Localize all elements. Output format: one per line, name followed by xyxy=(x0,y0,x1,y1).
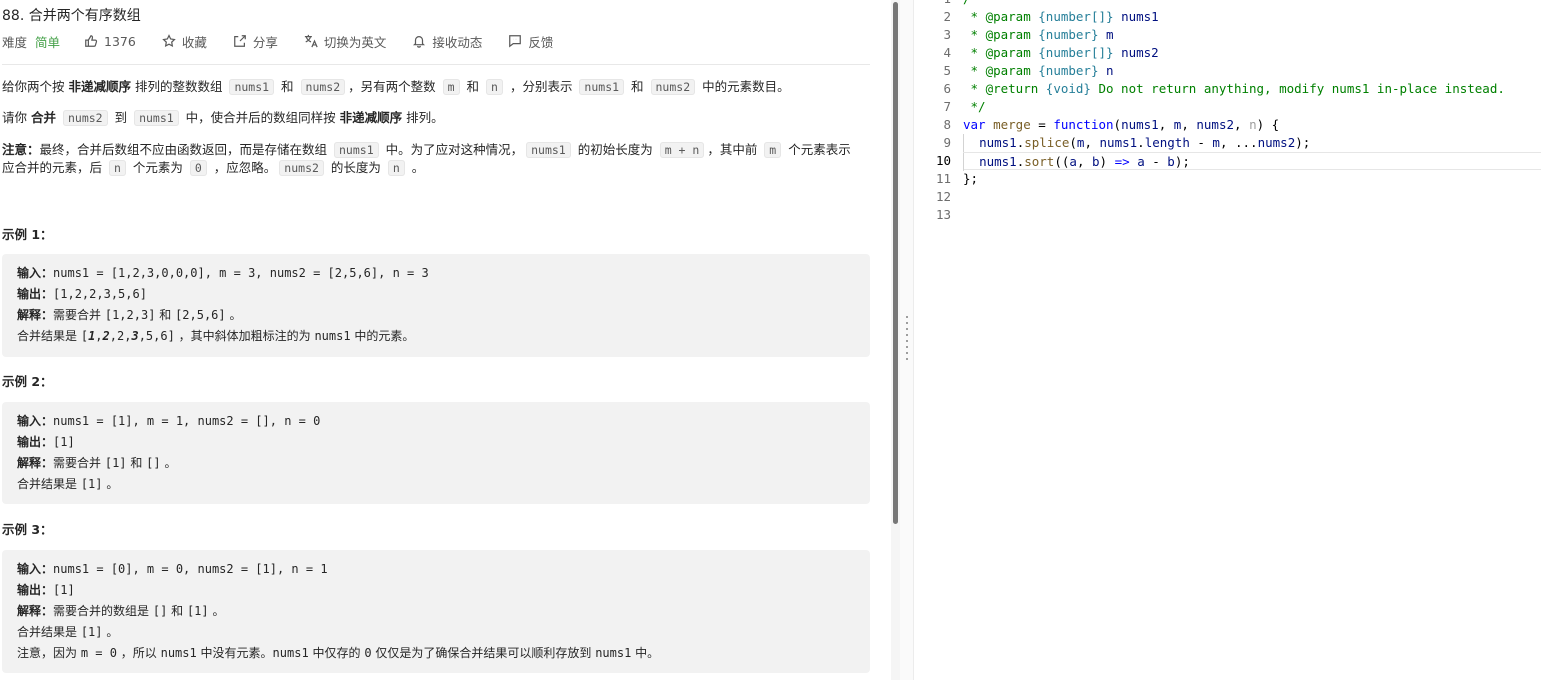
example-2-output: 输出：[1] xyxy=(17,435,75,449)
line-number: 4 xyxy=(943,45,951,60)
share-icon xyxy=(233,35,246,47)
pane-resize-handle[interactable] xyxy=(900,0,914,680)
difficulty-label: 难度 xyxy=(2,34,28,50)
example-3-heading: 示例 3： xyxy=(2,522,53,537)
description-scrollbar[interactable] xyxy=(891,0,900,680)
header-divider xyxy=(2,64,870,65)
code-line-10-current[interactable]: nums1.sort((a, b) => a - b); xyxy=(963,152,1541,171)
code-editor[interactable]: 1 2 3 4 5 6 7 8 9 10 11 12 13 /** * @par… xyxy=(915,0,1541,680)
line-number: 6 xyxy=(943,81,951,96)
code-lines[interactable]: /** * @param {number[]} nums1 * @param {… xyxy=(963,0,1541,224)
favorite-button[interactable]: 收藏 xyxy=(162,32,207,51)
example-1-input: 输入：nums1 = [1,2,3,0,0,0], m = 3, nums2 =… xyxy=(17,266,429,280)
line-number: 5 xyxy=(943,63,951,78)
line-number: 1 xyxy=(915,0,951,8)
share-button[interactable]: 分享 xyxy=(233,32,278,51)
example-3-result: 合并结果是 [1] 。 xyxy=(17,625,119,639)
description-paragraph-1: 给你两个按 非递减顺序 排列的整数数组 nums1 和 nums2 ，另有两个整数… xyxy=(2,79,790,95)
example-1-output: 输出：[1,2,2,3,5,6] xyxy=(17,287,147,301)
example-1-result: 合并结果是 [1,2,2,3,5,6] ，其中斜体加粗标注的为 nums1 中的… xyxy=(17,329,415,343)
description-note-line-1: 注意：最终，合并后数组不应由函数返回，而是存储在数组 nums1 中。为了应对这… xyxy=(2,142,851,158)
example-3-explanation: 解释：需要合并的数组是 [] 和 [1] 。 xyxy=(17,604,225,618)
favorite-label: 收藏 xyxy=(181,34,207,50)
example-2-explanation: 解释：需要合并 [1] 和 [] 。 xyxy=(17,456,177,470)
scrollbar-thumb[interactable] xyxy=(893,2,898,524)
code-line-2[interactable]: * @param {number[]} nums1 xyxy=(963,8,1541,26)
subscribe-button[interactable]: 接收动态 xyxy=(412,32,482,51)
description-note-line-2: 应合并的元素，后 n 个元素为 0 ，应忽略。 nums2 的长度为 n 。 xyxy=(2,160,425,176)
drag-handle-icon xyxy=(906,316,908,360)
line-number: 7 xyxy=(943,99,951,114)
example-3-note: 注意，因为 m = 0 ，所以 nums1 中没有元素。nums1 中仅存的 0… xyxy=(17,646,660,660)
code-line-7[interactable]: */ xyxy=(963,98,1541,116)
problem-meta-bar: 难度 简单 1376 收藏 分享 切换为英文 接收动态 反馈 xyxy=(2,31,579,51)
example-3-input: 输入：nums1 = [0], m = 0, nums2 = [1], n = … xyxy=(17,562,328,576)
code-line-8[interactable]: var merge = function(nums1, m, nums2, n)… xyxy=(963,116,1541,134)
difficulty-badge: 简单 xyxy=(35,34,61,50)
line-number: 9 xyxy=(943,135,951,150)
code-line-4[interactable]: * @param {number[]} nums2 xyxy=(963,44,1541,62)
description-paragraph-2: 请你 合并 nums2 到 nums1 中，使合并后的数组同样按 非递减顺序 排… xyxy=(2,110,444,126)
line-number: 8 xyxy=(943,117,951,132)
like-icon xyxy=(85,35,98,47)
example-2-box: 输入：nums1 = [1], m = 1, nums2 = [], n = 0… xyxy=(2,402,870,504)
example-1-heading: 示例 1： xyxy=(2,227,53,242)
line-number: 12 xyxy=(935,189,951,204)
code-line-6[interactable]: * @return {void} Do not return anything,… xyxy=(963,80,1541,98)
example-3-box: 输入：nums1 = [0], m = 0, nums2 = [1], n = … xyxy=(2,550,870,673)
switch-language-label: 切换为英文 xyxy=(323,34,387,50)
problem-description-pane: 88. 合并两个有序数组 难度 简单 1376 收藏 分享 切换为英文 接收动态… xyxy=(0,0,891,680)
line-number: 3 xyxy=(943,27,951,42)
line-number: 11 xyxy=(935,171,951,186)
example-2-result: 合并结果是 [1] 。 xyxy=(17,477,119,491)
feedback-label: 反馈 xyxy=(528,34,554,50)
code-line-9[interactable]: nums1.splice(m, nums1.length - m, ...num… xyxy=(963,134,1541,152)
code-line-3[interactable]: * @param {number} m xyxy=(963,26,1541,44)
subscribe-label: 接收动态 xyxy=(432,34,483,50)
star-icon xyxy=(162,34,176,48)
code-line-5[interactable]: * @param {number} n xyxy=(963,62,1541,80)
example-2-heading: 示例 2： xyxy=(2,374,53,389)
feedback-button[interactable]: 反馈 xyxy=(508,32,553,51)
example-3-output: 输出：[1] xyxy=(17,583,75,597)
example-1-explanation: 解释：需要合并 [1,2,3] 和 [2,5,6] 。 xyxy=(17,308,242,322)
example-1-box: 输入：nums1 = [1,2,3,0,0,0], m = 3, nums2 =… xyxy=(2,254,870,357)
bell-icon xyxy=(413,36,426,48)
like-button[interactable]: 1376 xyxy=(84,34,136,49)
line-number-gutter: 1 2 3 4 5 6 7 8 9 10 11 12 13 xyxy=(915,0,951,224)
code-line-1[interactable]: /** xyxy=(963,0,1541,8)
line-number: 2 xyxy=(943,9,951,24)
translate-icon xyxy=(304,34,318,48)
line-number-active: 10 xyxy=(935,153,951,168)
example-2-input: 输入：nums1 = [1], m = 1, nums2 = [], n = 0 xyxy=(17,414,321,428)
problem-title: 88. 合并两个有序数组 xyxy=(2,8,141,24)
line-number: 13 xyxy=(935,207,951,222)
code-line-11[interactable]: }; xyxy=(963,170,1541,188)
code-line-12[interactable] xyxy=(963,188,1541,206)
feedback-icon xyxy=(509,35,522,48)
switch-language-button[interactable]: 切换为英文 xyxy=(304,32,387,51)
like-count: 1376 xyxy=(104,33,136,49)
code-line-13[interactable] xyxy=(963,206,1541,224)
share-label: 分享 xyxy=(252,34,278,50)
